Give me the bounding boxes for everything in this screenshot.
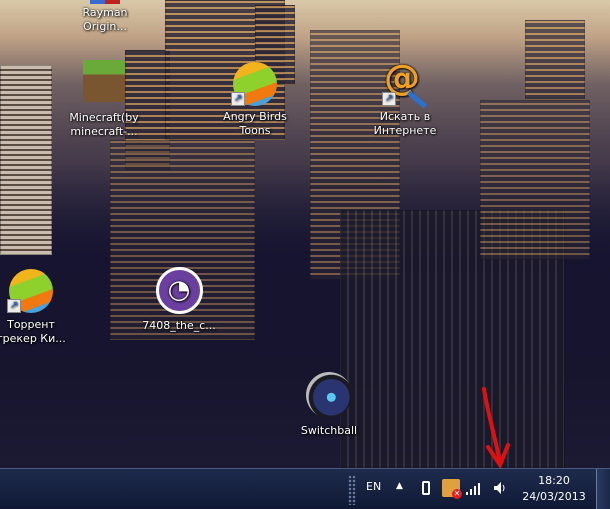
building [480,100,590,260]
speaker-volume-icon[interactable] [493,481,507,495]
icon-label: Торрент трекер Ки... [0,318,66,345]
switchball-icon [306,372,352,418]
icon-label: Angry Birds Toons [223,110,287,137]
desktop-icon-switchball[interactable]: Switchball [294,372,364,438]
show-desktop-button[interactable] [596,469,610,509]
red-arrow-annotation [482,387,510,470]
minecraft-grass-block-icon [83,60,125,102]
building [0,65,52,255]
language-indicator[interactable]: EN [366,480,381,493]
signal-strength-icon[interactable] [466,481,482,495]
desktop-icon-torrent-file[interactable]: ◔ 7408_the_c... [142,267,216,333]
icon-label: Minecraft(by minecraft-... [69,111,139,138]
desktop-icon-rayman[interactable]: Rayman Origin... [70,0,140,34]
desktop-icon-torrent-tracker[interactable]: ↗ Торрент трекер Ки... [0,269,67,346]
show-hidden-icons-button[interactable]: ▲ [396,481,403,491]
desktop-icon-search-internet[interactable]: @ ↗ Искать в Интернете [370,60,440,138]
shortcut-arrow-icon: ↗ [382,92,396,106]
clock-date[interactable]: 24/03/2013 [520,490,588,503]
bittorrent-icon: ◔ [155,267,203,314]
network-error-icon[interactable]: ✕ [442,479,462,499]
icon-label: Rayman Origin... [82,6,128,33]
icon-label: Switchball [300,424,358,437]
icon-label: Искать в Интернете [373,110,437,137]
taskbar: EN ▲ ✕ 18:20 24/03/2013 [0,468,610,509]
battery-icon[interactable] [422,481,430,495]
rayman-icon [90,0,120,4]
icon-label: 7408_the_c... [142,319,216,332]
building [525,20,585,100]
clock-time[interactable]: 18:20 [526,474,582,487]
desktop-icon-angry-birds[interactable]: ↗ Angry Birds Toons [222,62,288,138]
desktop-icon-minecraft[interactable]: Minecraft(by minecraft-... [68,60,140,139]
shortcut-arrow-icon: ↗ [231,92,245,106]
torrent-tracker-icon: ↗ [7,269,53,313]
angry-birds-icon: ↗ [231,62,277,106]
taskbar-grip[interactable] [348,475,356,505]
mail-search-icon: @ ↗ [382,60,428,109]
shortcut-arrow-icon: ↗ [7,299,21,313]
